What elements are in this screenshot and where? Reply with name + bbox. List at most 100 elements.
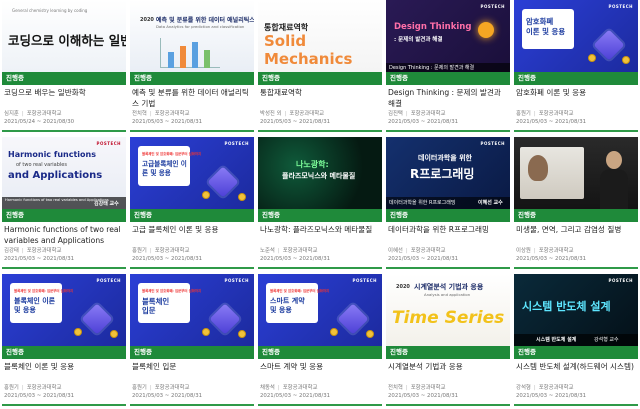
course-card[interactable]: POSTECH 암호화폐 이론 및 응용 진행중 암호화폐 이론 및 응용 홍원… [514, 0, 638, 132]
course-card[interactable]: POSTECH 블록체인 및 암호화폐: 입문부터 심화까지 블록체인 입문 진… [130, 274, 254, 406]
thumb-subtitle: : 문제의 발견과 해결 [394, 37, 443, 43]
bar-decoration [180, 46, 186, 68]
thumb-title: 코딩으로 이해하는 일반화학 [8, 33, 126, 48]
postech-logo: POSTECH [96, 278, 121, 283]
thumb-professor: 강석형 교수 [594, 337, 619, 343]
course-thumbnail[interactable]: General chemistry learning by coding 코딩으… [2, 0, 126, 72]
course-thumbnail[interactable]: 2020 시계열분석 기법과 응용 Analysis and applicati… [386, 274, 510, 346]
course-meta: 이혜선 | 포항공과대학교 2021/05/03 ~ 2021/08/31 [388, 248, 510, 263]
meta-separator: | [533, 385, 536, 391]
course-thumbnail[interactable]: POSTECH 블록체인 및 암호화폐: 입문부터 심화까지 블록체인 입문 [130, 274, 254, 346]
postech-logo: POSTECH [224, 278, 249, 283]
card-underline [130, 404, 254, 406]
instructor-name: 홍원기 [132, 248, 147, 254]
meta-separator: | [533, 111, 536, 117]
course-thumbnail[interactable]: POSTECH 블록체인 및 암호화폐: 입문부터 심화까지 고급블록체인 이론… [130, 137, 254, 209]
postech-logo: POSTECH [352, 278, 377, 283]
thumb-title-line2: of two real variables [16, 162, 67, 168]
course-title[interactable]: 미생물, 면역, 그리고 감염성 질병 [516, 225, 636, 236]
course-title[interactable]: 데이터과학을 위한 R프로그래밍 [388, 225, 508, 236]
course-meta: 홍원기 | 포항공과대학교 2021/05/03 ~ 2021/08/31 [4, 385, 126, 400]
course-thumbnail[interactable]: 2020 예측 및 분류를 위한 데이터 애널리틱스 기법 Data Analy… [130, 0, 254, 72]
card-underline [258, 130, 382, 132]
school-name: 포항공과대학교 [154, 248, 190, 254]
course-title[interactable]: 시스템 반도체 설계(하드웨어 시스템) [516, 362, 636, 373]
school-name: 포항공과대학교 [26, 385, 62, 391]
course-dates: 2021/05/03 ~ 2021/08/31 [388, 118, 459, 125]
course-title[interactable]: 코딩으로 배우는 일반화학 [4, 88, 124, 99]
thumb-professor: 이혜선 교수 [478, 200, 503, 206]
course-title[interactable]: Harmonic functions of two real variables… [4, 225, 124, 246]
postech-logo: POSTECH [480, 4, 505, 9]
course-title[interactable]: 스마트 계약 및 응용 [260, 362, 380, 373]
card-underline [386, 267, 510, 269]
course-card[interactable]: POSTECH 데이터과학을 위한 R프로그래밍 데이터과학을 위한 R프로그래… [386, 137, 510, 269]
coin-decoration [202, 328, 210, 336]
thumb-title-line1: 암호화폐 [526, 17, 554, 26]
course-thumbnail[interactable]: 통합재료역학 Solid Mechanics [258, 0, 382, 72]
course-thumbnail[interactable] [514, 137, 638, 209]
course-title[interactable]: 블록체인 이론 및 응용 [4, 362, 124, 373]
course-card[interactable]: 2020 시계열분석 기법과 응용 Analysis and applicati… [386, 274, 510, 406]
course-title[interactable]: 예측 및 분류를 위한 데이터 애널리틱스 기법 [132, 88, 252, 109]
card-underline [2, 267, 126, 269]
course-card[interactable]: General chemistry learning by coding 코딩으… [2, 0, 126, 132]
instructor-name: 전치혁 [388, 385, 403, 391]
course-thumbnail[interactable]: POSTECH 블록체인 및 암호화폐: 입문부터 심화까지 스마트 계약 및 … [258, 274, 382, 346]
meta-separator: | [533, 248, 536, 254]
course-title[interactable]: 나노광학: 플라즈모닉스와 메타물질 [260, 225, 380, 236]
course-card[interactable]: POSTECH 시스템 반도체 설계 시스템 반도체 설계 강석형 교수 진행중… [514, 274, 638, 406]
status-badge: 진행중 [386, 346, 510, 359]
instructor-name: 홍원기 [132, 385, 147, 391]
course-card[interactable]: 나노광학: 플라즈모닉스와 메타물질 진행중 나노광학: 플라즈모닉스와 메타물… [258, 137, 382, 269]
card-underline [130, 130, 254, 132]
meta-separator: | [149, 111, 152, 117]
thumb-title-line2: R프로그래밍 [410, 167, 475, 181]
course-title[interactable]: 고급 블록체인 이론 및 응용 [132, 225, 252, 236]
instructor-name: 홍원기 [4, 385, 19, 391]
course-title[interactable]: 블록체인 입문 [132, 362, 252, 373]
course-title[interactable]: 통합재료역학 [260, 88, 380, 99]
school-name: 포항공과대학교 [538, 248, 574, 254]
thumb-title: 시계열분석 기법과 응용 [414, 283, 484, 291]
course-thumbnail[interactable]: POSTECH Design Thinking : 문제의 발견과 해결 Des… [386, 0, 510, 72]
postech-logo: POSTECH [608, 4, 633, 9]
status-badge: 진행중 [258, 209, 382, 222]
status-badge: 진행중 [2, 209, 126, 222]
bar-decoration [192, 42, 198, 68]
course-meta: 김강태 | 포항공과대학교 2021/05/03 ~ 2021/08/31 [4, 248, 126, 263]
course-card[interactable]: POSTECH 블록체인 및 암호화폐: 입문부터 심화까지 블록체인 이론 및… [2, 274, 126, 406]
coin-decoration [330, 328, 338, 336]
status-badge: 진행중 [258, 72, 382, 85]
thumb-small-text: 블록체인 및 암호화폐: 입문부터 심화까지 [142, 152, 202, 156]
course-thumbnail[interactable]: 나노광학: 플라즈모닉스와 메타물질 [258, 137, 382, 209]
presenter-body [600, 169, 628, 209]
course-card[interactable]: POSTECH Harmonic functions of two real v… [2, 137, 126, 269]
course-meta: 홍원기 | 포항공과대학교 2021/05/03 ~ 2021/08/31 [516, 111, 638, 126]
course-grid: General chemistry learning by coding 코딩으… [0, 0, 640, 409]
status-badge: 진행중 [514, 72, 638, 85]
course-title[interactable]: 암호화폐 이론 및 응용 [516, 88, 636, 99]
card-underline [514, 130, 638, 132]
course-meta: 채동석 | 포항공과대학교 2021/05/03 ~ 2021/08/31 [260, 385, 382, 400]
thumb-big-text: Time Series [392, 308, 505, 328]
thumb-big-text: 스마트 계약 및 응용 [270, 297, 305, 314]
course-title[interactable]: Design Thinking : 문제의 발견과 해결 [388, 88, 508, 109]
thumb-title: 예측 및 분류를 위한 데이터 애널리틱스 기법 [156, 17, 254, 24]
course-thumbnail[interactable]: POSTECH 데이터과학을 위한 R프로그래밍 데이터과학을 위한 R프로그래… [386, 137, 510, 209]
course-thumbnail[interactable]: POSTECH 암호화폐 이론 및 응용 [514, 0, 638, 72]
course-card[interactable]: POSTECH 블록체인 및 암호화폐: 입문부터 심화까지 스마트 계약 및 … [258, 274, 382, 406]
course-card[interactable]: POSTECH Design Thinking : 문제의 발견과 해결 Des… [386, 0, 510, 132]
course-thumbnail[interactable]: POSTECH 시스템 반도체 설계 시스템 반도체 설계 강석형 교수 [514, 274, 638, 346]
instructor-name: 박성진 외 [260, 111, 282, 117]
course-card[interactable]: POSTECH 블록체인 및 암호화폐: 입문부터 심화까지 고급블록체인 이론… [130, 137, 254, 269]
card-underline [258, 404, 382, 406]
course-title[interactable]: 시계열분석 기법과 응용 [388, 362, 508, 373]
course-thumbnail[interactable]: POSTECH Harmonic functions of two real v… [2, 137, 126, 209]
course-card[interactable]: 통합재료역학 Solid Mechanics 진행중 통합재료역학 박성진 외 |… [258, 0, 382, 132]
course-thumbnail[interactable]: POSTECH 블록체인 및 암호화폐: 입문부터 심화까지 블록체인 이론 및… [2, 274, 126, 346]
course-card[interactable]: 진행중 미생물, 면역, 그리고 감염성 질병 이상원 | 포항공과대학교 2021… [514, 137, 638, 269]
card-underline [2, 404, 126, 406]
course-dates: 2021/05/03 ~ 2021/08/31 [516, 392, 587, 399]
course-card[interactable]: 2020 예측 및 분류를 위한 데이터 애널리틱스 기법 Data Analy… [130, 0, 254, 132]
